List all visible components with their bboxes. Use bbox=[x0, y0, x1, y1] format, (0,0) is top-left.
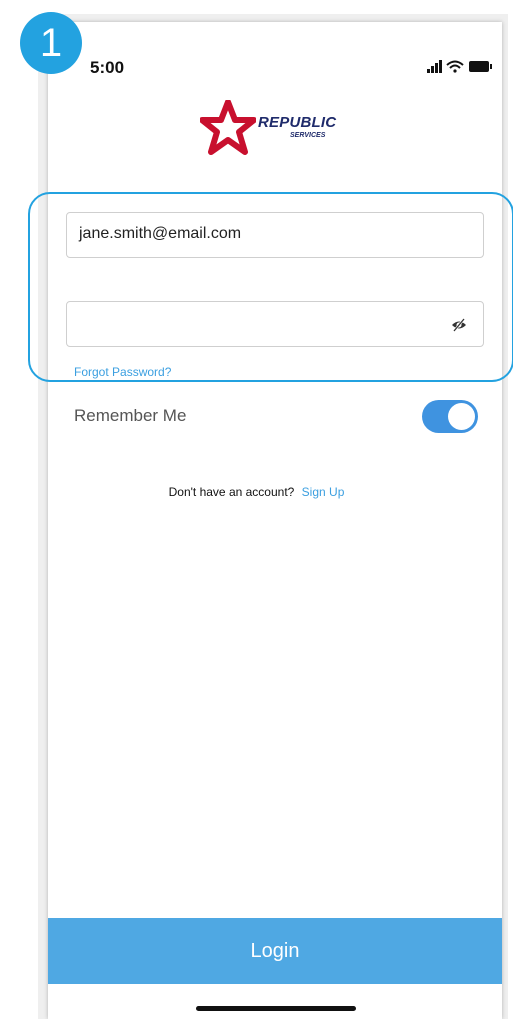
status-icons bbox=[425, 58, 495, 76]
wifi-icon bbox=[446, 60, 464, 73]
signal-icon bbox=[427, 60, 442, 73]
forgot-password-link[interactable]: Forgot Password? bbox=[74, 365, 171, 379]
battery-icon bbox=[469, 61, 492, 72]
brand-name: REPUBLIC bbox=[258, 114, 337, 131]
toggle-knob bbox=[448, 403, 475, 430]
brand-sub: SERVICES bbox=[290, 132, 326, 139]
republic-services-logo: REPUBLIC SERVICES bbox=[199, 99, 360, 156]
step-number-badge: 1 bbox=[20, 12, 82, 74]
signup-prompt: Don't have an account? bbox=[168, 485, 295, 499]
home-indicator bbox=[196, 1006, 356, 1011]
password-field[interactable] bbox=[66, 301, 484, 347]
phone-screen bbox=[48, 22, 502, 1019]
login-button[interactable]: Login bbox=[48, 918, 502, 984]
email-value: jane.smith@email.com bbox=[79, 225, 242, 242]
status-time: 5:00 bbox=[90, 58, 125, 77]
eye-slash-icon[interactable] bbox=[451, 317, 467, 333]
signup-row: Don't have an account? Sign Up bbox=[0, 485, 513, 499]
star-logo-icon bbox=[199, 99, 257, 155]
remember-me-toggle[interactable] bbox=[422, 400, 478, 433]
email-field[interactable]: jane.smith@email.com bbox=[66, 212, 484, 258]
sign-up-link[interactable]: Sign Up bbox=[302, 485, 345, 499]
remember-me-label: Remember Me bbox=[74, 406, 187, 425]
